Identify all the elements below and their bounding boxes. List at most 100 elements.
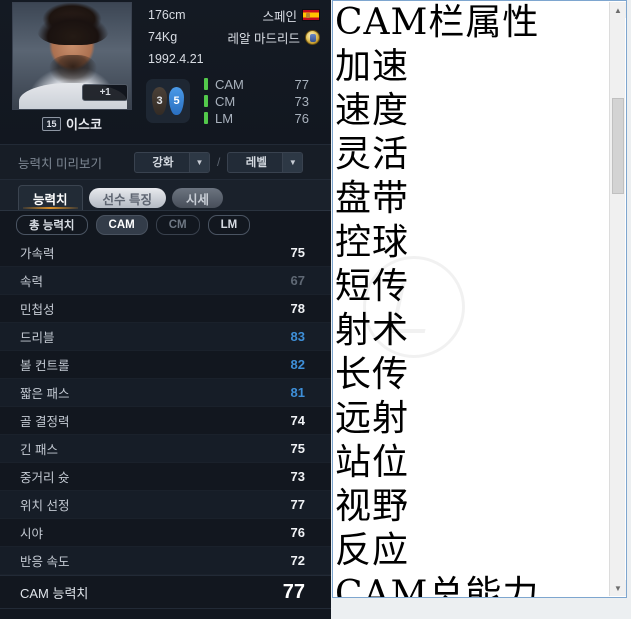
- notes-line: 控球: [335, 222, 410, 263]
- stat-value: 67: [290, 273, 305, 288]
- position-value: 77: [294, 76, 309, 92]
- foot-rating-box: 3 5: [146, 79, 190, 123]
- bio-row-weight-club: 74Kg 레알 마드리드: [148, 26, 320, 48]
- notes-line: CAM栏属性: [335, 2, 540, 43]
- notes-line: 长传: [335, 354, 410, 395]
- upgrade-badge: +1: [82, 84, 128, 101]
- stat-name: 드리블: [20, 331, 55, 345]
- tab-abilities[interactable]: 능력치: [18, 185, 83, 210]
- position-name: CAM: [215, 76, 244, 92]
- player-bio: 176cm 스페인 74Kg 레알 마드리드 1992.4.21: [148, 4, 320, 70]
- position-value: 76: [294, 110, 309, 126]
- stat-value: 81: [290, 385, 305, 400]
- subtab-cm[interactable]: CM: [155, 215, 200, 235]
- stat-row: 시야 76: [0, 519, 331, 547]
- total-rating-row: CAM 능력치 77: [0, 575, 331, 609]
- stat-row: 긴 패스 75: [0, 435, 331, 463]
- position-row: CM 73: [204, 93, 309, 109]
- player-meta-row: 3 5 CAM 77 CM 73 LM 76: [146, 76, 309, 126]
- jersey-number-badge: 15: [42, 116, 62, 131]
- notes-text-area[interactable]: CAM栏属性 加速 速度 灵活 盘带 控球 短传 射术 长传 远射 站位 视野 …: [332, 0, 627, 598]
- notes-line: 远射: [335, 398, 410, 439]
- scrollbar-thumb[interactable]: [612, 98, 624, 194]
- stat-value: 75: [290, 245, 305, 260]
- enhance-level-dropdown[interactable]: 강화 ▼: [134, 151, 210, 173]
- stat-name: 긴 패스: [20, 443, 58, 457]
- preview-label: 능력치 미리보기: [18, 156, 102, 171]
- stat-row: 중거리 슛 73: [0, 463, 331, 491]
- stat-value: 72: [290, 553, 305, 568]
- notes-line: 射术: [335, 310, 410, 351]
- strong-foot-icon: 5: [169, 87, 184, 115]
- player-name: 이스코: [66, 117, 102, 132]
- tab-player-traits[interactable]: 선수 특징: [88, 188, 166, 208]
- player-birthdate: 1992.4.21: [148, 52, 204, 66]
- notes-line: 短传: [335, 266, 410, 307]
- notes-panel-container: CAM栏属性 加速 速度 灵活 盘带 控球 短传 射术 长传 远射 站位 视野 …: [331, 0, 631, 619]
- position-value: 73: [294, 93, 309, 109]
- enhance-dropdown-value: 강화: [152, 157, 174, 169]
- notes-line: CAM总能力: [335, 574, 540, 598]
- stat-value: 75: [290, 441, 305, 456]
- position-tab-bar: 총 능력치 CAM CM LM: [0, 211, 331, 239]
- player-detail-panel: +1 15 이스코 176cm 스페인 74Kg 레알 마드리드 1992.4.…: [0, 0, 331, 619]
- player-nation: 스페인: [262, 9, 297, 24]
- real-madrid-crest-icon: [305, 29, 320, 45]
- tab-market-price[interactable]: 시세: [172, 188, 224, 208]
- scroll-down-icon[interactable]: ▼: [610, 580, 626, 596]
- notes-panel-footer: [331, 598, 631, 619]
- stat-value: 77: [290, 497, 305, 512]
- notes-line: 反应: [335, 530, 410, 571]
- level-dropdown-value: 레벨: [245, 157, 267, 169]
- total-rating-label: CAM 능력치: [20, 585, 89, 601]
- player-header: +1 15 이스코 176cm 스페인 74Kg 레알 마드리드 1992.4.…: [0, 0, 331, 145]
- spain-flag-icon: [302, 9, 320, 21]
- stat-row: 위치 선정 77: [0, 491, 331, 519]
- notes-line: 灵活: [335, 134, 410, 175]
- position-name: LM: [215, 110, 234, 126]
- bio-row-height-nation: 176cm 스페인: [148, 4, 320, 26]
- stat-name: 민첩성: [20, 303, 55, 317]
- portrait-hair-shape: [37, 7, 109, 45]
- stat-row: 볼 컨트롤 82: [0, 351, 331, 379]
- stat-row: 짧은 패스 81: [0, 379, 331, 407]
- player-height: 176cm: [148, 8, 186, 22]
- total-rating-value: 77: [282, 580, 305, 603]
- notes-line: 站位: [335, 442, 410, 483]
- stat-value: 83: [290, 329, 305, 344]
- stat-row: 반응 속도 72: [0, 547, 331, 575]
- stat-value: 82: [290, 357, 305, 372]
- scroll-up-icon[interactable]: ▲: [610, 2, 626, 18]
- stat-name: 위치 선정: [20, 499, 70, 513]
- stat-name: 골 결정력: [20, 415, 70, 429]
- weak-foot-icon: 3: [152, 87, 167, 115]
- stat-row: 속력 67: [0, 267, 331, 295]
- position-rating-list: CAM 77 CM 73 LM 76: [204, 76, 309, 126]
- stat-list: 가속력 75 속력 67 민첩성 78 드리블 83 볼 컨트롤 82 짧은 패…: [0, 239, 331, 609]
- subtab-cam[interactable]: CAM: [95, 215, 148, 235]
- stat-row: 가속력 75: [0, 239, 331, 267]
- player-name-row: 15 이스코: [12, 114, 132, 133]
- notes-line: 视野: [335, 486, 410, 527]
- stat-name: 짧은 패스: [20, 387, 70, 401]
- stat-row: 민첩성 78: [0, 295, 331, 323]
- club-group: 레알 마드리드: [228, 28, 320, 47]
- stat-name: 가속력: [20, 247, 55, 261]
- bio-row-birthdate: 1992.4.21: [148, 48, 320, 70]
- stat-value: 78: [290, 301, 305, 316]
- stat-name: 속력: [20, 275, 44, 289]
- stat-row: 골 결정력 74: [0, 407, 331, 435]
- position-bar-icon: [204, 95, 208, 107]
- player-weight: 74Kg: [148, 30, 178, 44]
- position-bar-icon: [204, 112, 208, 124]
- notes-scrollbar[interactable]: ▲ ▼: [609, 2, 626, 596]
- stat-value: 73: [290, 469, 305, 484]
- level-dropdown[interactable]: 레벨 ▼: [227, 151, 304, 173]
- player-portrait[interactable]: +1: [12, 2, 132, 110]
- position-row: CAM 77: [204, 76, 309, 92]
- dropdown-separator: /: [217, 155, 221, 169]
- chevron-down-icon: ▼: [282, 152, 303, 172]
- subtab-total-ability[interactable]: 총 능력치: [16, 215, 88, 235]
- player-club: 레알 마드리드: [227, 31, 300, 46]
- subtab-lm[interactable]: LM: [207, 215, 251, 235]
